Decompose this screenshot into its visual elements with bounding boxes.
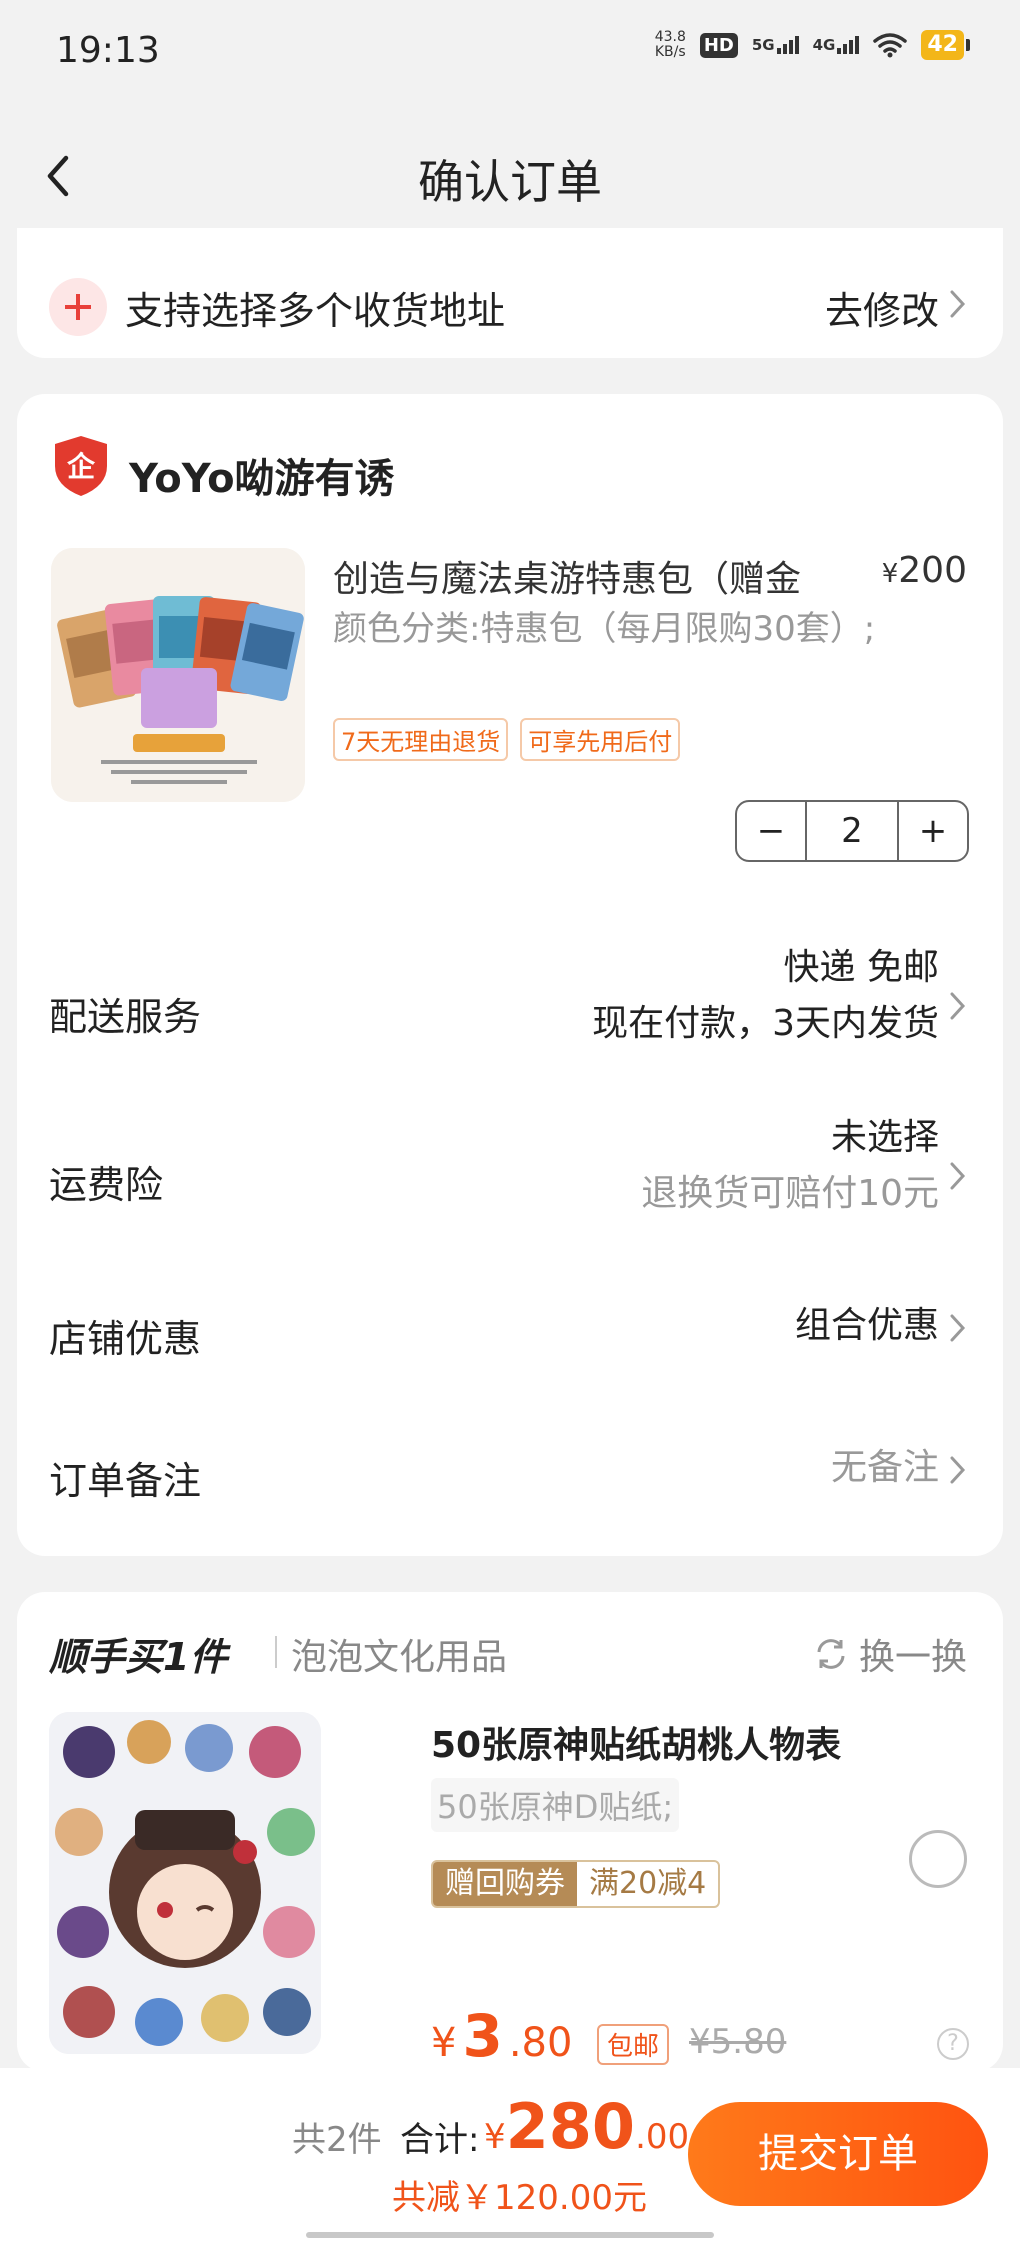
- product-image[interactable]: [51, 548, 305, 802]
- insurance-value: 未选择 退换货可赔付10元: [641, 1110, 939, 1222]
- chevron-right-icon: [950, 290, 966, 318]
- chevron-right-icon: [950, 1456, 966, 1484]
- help-icon[interactable]: ?: [937, 2028, 969, 2060]
- chevron-right-icon: [950, 1162, 966, 1190]
- coupon-gift-label: 赠回购券: [433, 1862, 577, 1906]
- home-indicator[interactable]: [306, 2232, 714, 2238]
- discount-label: 店铺优惠: [49, 1317, 202, 1361]
- clock: 19:13: [56, 30, 160, 71]
- addon-product-spec[interactable]: 50张原神D贴纸;: [431, 1778, 680, 1832]
- free-shipping-badge: 包邮: [597, 2024, 670, 2065]
- insurance-status: 未选择: [830, 1117, 939, 1158]
- delivery-time: 现在付款，3天内发货: [592, 1003, 939, 1044]
- address-label: 支持选择多个收货地址: [125, 289, 506, 333]
- submit-order-button[interactable]: 提交订单: [688, 2102, 988, 2206]
- net-speed-value: 43.8: [654, 29, 686, 45]
- addon-select-radio[interactable]: [909, 1830, 967, 1888]
- delivery-method: 快递 免邮: [783, 947, 939, 988]
- add-icon: [49, 278, 107, 336]
- addon-recommend-card: 顺手买1件 泡泡文化用品 换一换 50张原神贴纸胡桃人物表 50张原神D贴纸;: [17, 1592, 1003, 2072]
- wifi-icon: [873, 33, 908, 58]
- battery-icon: 42: [921, 30, 970, 60]
- nav-bar: 确认订单: [0, 130, 1020, 220]
- addon-price-dec: .80: [508, 2020, 573, 2066]
- signal-4g-label: 4G: [812, 36, 836, 54]
- net-speed: 43.8 KB/s: [655, 30, 686, 60]
- delivery-label: 配送服务: [49, 995, 202, 1039]
- note-label: 订单备注: [49, 1459, 202, 1503]
- edit-address-link[interactable]: 去修改: [825, 280, 939, 335]
- coupon-value-label: 满20减4: [589, 1866, 707, 1901]
- address-card[interactable]: 支持选择多个收货地址 去修改: [17, 228, 1003, 358]
- signal-5g-icon: 5G: [752, 36, 799, 54]
- pay-later-tag: 可享先用后付: [520, 718, 681, 761]
- addon-shop-name: 泡泡文化用品: [291, 1637, 508, 1678]
- page-title: 确认订单: [418, 155, 602, 209]
- product-price: ¥200: [882, 550, 967, 591]
- addon-heading: 顺手买1件: [49, 1635, 228, 1679]
- decrease-button[interactable]: −: [737, 802, 805, 860]
- total-discount: 共减￥120.00元: [392, 2178, 647, 2218]
- addon-coupon-badge: 赠回购券 满20减4: [431, 1860, 721, 1908]
- insurance-desc: 退换货可赔付10元: [641, 1173, 939, 1214]
- total-dec: .00: [635, 2117, 690, 2157]
- addon-product-title[interactable]: 50张原神贴纸胡桃人物表: [431, 1716, 841, 1768]
- checkout-bar: 共2件 合计: ¥ 280 .00 共减￥120.00元 提交订单: [0, 2068, 1020, 2244]
- quantity-value[interactable]: 2: [805, 802, 899, 860]
- addon-original-price: ¥5.80: [689, 2022, 787, 2062]
- delivery-value: 快递 免邮 现在付款，3天内发货: [592, 940, 939, 1052]
- signal-4g-icon: 4G: [813, 36, 860, 54]
- product-price-symbol: ¥: [881, 559, 899, 589]
- item-count: 共2件: [292, 2120, 382, 2160]
- divider: [275, 1636, 277, 1668]
- return-policy-tag: 7天无理由退货: [333, 718, 509, 761]
- service-tags: 7天无理由退货 可享先用后付: [333, 718, 681, 761]
- product-title[interactable]: 创造与魔法桌游特惠包（赠金: [333, 550, 853, 602]
- quantity-stepper: − 2 +: [735, 800, 969, 862]
- swap-button[interactable]: 换一换: [813, 1628, 967, 1680]
- addon-price: ¥ 3 .80: [431, 2002, 572, 2070]
- increase-button[interactable]: +: [899, 802, 967, 860]
- shop-name: YoYo呦游有诱: [129, 456, 395, 502]
- net-speed-unit: KB/s: [654, 44, 686, 60]
- signal-5g-label: 5G: [751, 36, 775, 54]
- svg-text:企: 企: [67, 450, 96, 483]
- product-price-value: 200: [898, 550, 967, 591]
- total-price: ¥ 280 .00: [484, 2090, 689, 2163]
- note-value: 无备注: [830, 1447, 939, 1488]
- insurance-label: 运费险: [49, 1163, 164, 1207]
- swap-label: 换一换: [858, 1637, 967, 1678]
- addon-price-symbol: ¥: [431, 2020, 457, 2066]
- total-label: 合计:: [400, 2120, 480, 2160]
- total-int: 280: [505, 2090, 636, 2163]
- addon-product-image[interactable]: [49, 1712, 321, 2054]
- hd-icon: HD: [699, 32, 738, 58]
- enterprise-shield-icon: 企: [55, 436, 107, 496]
- total-symbol: ¥: [484, 2117, 506, 2157]
- addon-price-int: 3: [462, 2002, 503, 2070]
- shop-order-card: 企 YoYo呦游有诱 创造与魔法桌游特惠包（赠金 ¥200 颜色分类:特惠包（每…: [17, 394, 1003, 1556]
- chevron-right-icon: [950, 992, 966, 1020]
- status-bar: 19:13 43.8 KB/s HD 5G 4G 42: [0, 0, 1020, 110]
- refresh-icon: [817, 1639, 845, 1669]
- chevron-right-icon: [950, 1314, 966, 1342]
- status-icons: 43.8 KB/s HD 5G 4G 42: [655, 30, 970, 60]
- product-spec[interactable]: 颜色分类:特惠包（每月限购30套）;: [333, 604, 893, 654]
- discount-value: 组合优惠: [794, 1305, 939, 1346]
